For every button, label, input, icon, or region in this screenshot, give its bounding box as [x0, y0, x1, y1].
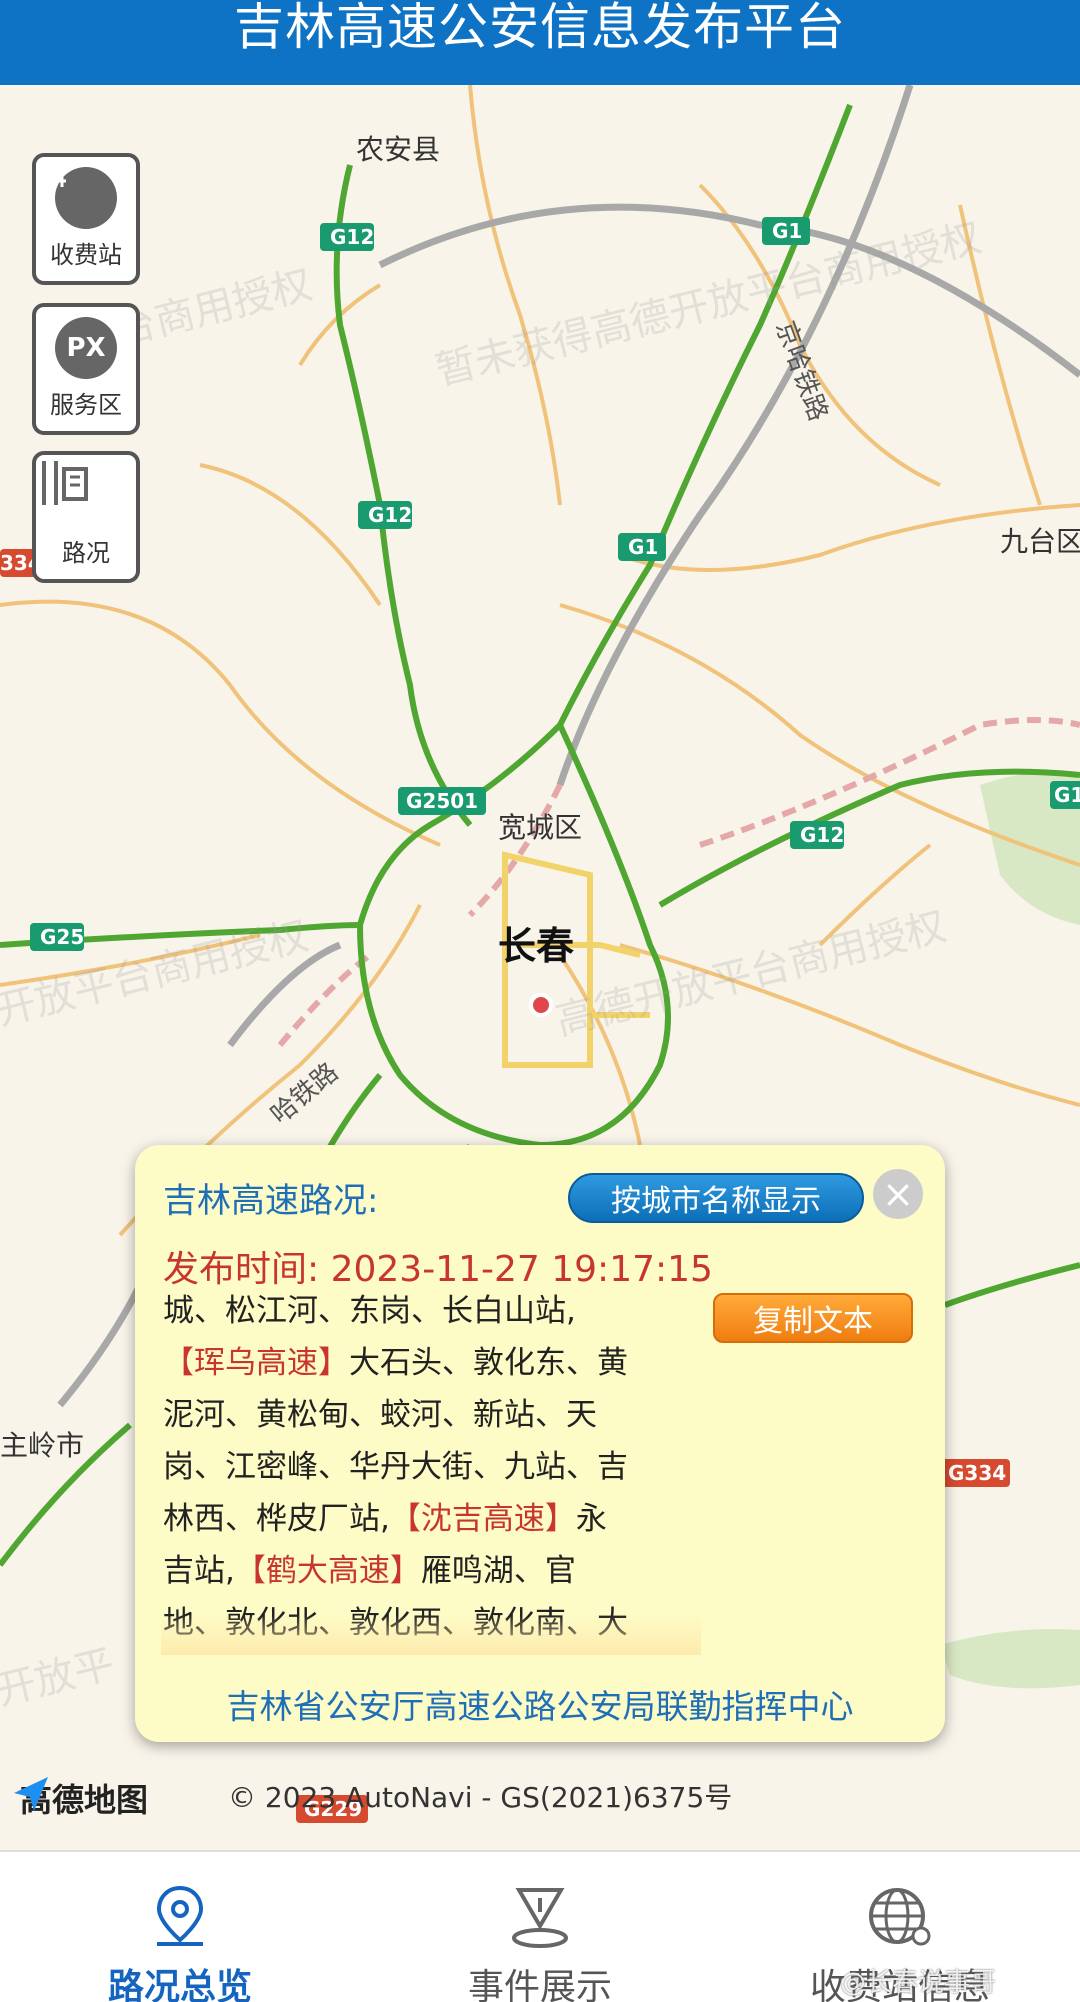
svg-text:哈铁路: 哈铁路: [265, 1057, 344, 1130]
svg-text:G334: G334: [948, 1461, 1006, 1485]
station-list: 城、松江河、东岗、长白山站,: [163, 1293, 576, 1329]
publish-label: 发布时间:: [163, 1249, 320, 1290]
highway-name: 【珲乌高速】: [163, 1345, 349, 1381]
city-center-marker: [529, 993, 553, 1017]
station-list: 大石头、敦化东、黄: [349, 1345, 628, 1381]
source-watermark: @长春说事哥: [840, 1968, 997, 1998]
service-area-icon: PX: [55, 317, 117, 379]
svg-text:G1: G1: [1054, 783, 1080, 807]
app-header: 吉林高速公安信息发布平台: [0, 0, 1080, 85]
svg-text:G1: G1: [628, 535, 658, 559]
svg-text:九台区: 九台区: [1000, 525, 1080, 558]
service-area-button[interactable]: PX 服务区: [32, 303, 140, 435]
status-line: 【珲乌高速】大石头、敦化东、黄: [163, 1337, 699, 1389]
globe-icon: [860, 1882, 940, 1952]
green-area: [940, 1629, 1080, 1689]
tab-label: 路况总览: [107, 1967, 252, 2002]
bottom-tab-bar: 路况总览 事件展示 收费站信息 @长春说事哥: [0, 1850, 1080, 2002]
toll-station-label: 收费站: [50, 241, 122, 269]
status-line: 岗、江密峰、华丹大街、九站、吉: [163, 1441, 699, 1493]
tab-label: 事件展示: [467, 1967, 612, 2002]
tab-event-display[interactable]: 事件展示: [440, 1852, 640, 2002]
publish-time-value: 2023-11-27 19:17:15: [330, 1249, 713, 1290]
tab-road-overview[interactable]: 路况总览: [80, 1852, 280, 2002]
highway-name: 【鹤大高速】: [234, 1553, 421, 1589]
status-line: 泥河、黄松甸、蛟河、新站、天: [163, 1389, 699, 1441]
status-line: 城、松江河、东岗、长白山站,: [163, 1285, 699, 1337]
warning-cone-icon: [500, 1882, 580, 1952]
toll-station-button[interactable]: 收费站: [32, 153, 140, 285]
svg-text:G25: G25: [40, 925, 84, 949]
map-pin-icon: [140, 1882, 220, 1952]
svg-text:G2501: G2501: [406, 789, 478, 813]
text-fade: [161, 1615, 701, 1655]
popup-title: 吉林高速路况:: [163, 1181, 379, 1221]
road-condition-icon: [42, 461, 117, 527]
status-line: 吉站,【鹤大高速】雁鸣湖、官: [163, 1545, 699, 1597]
service-area-label: 服务区: [50, 391, 122, 419]
show-by-city-button[interactable]: 按城市名称显示: [568, 1173, 864, 1223]
svg-text:高德开放平台商用授权: 高德开放平台商用授权: [551, 903, 950, 1044]
map-copyright: © 2023 AutoNavi - GS(2021)6375号: [228, 1781, 733, 1814]
svg-text:农安县: 农安县: [356, 133, 440, 166]
gaode-logo-icon: [14, 1777, 48, 1811]
svg-text:京哈铁路: 京哈铁路: [769, 317, 833, 425]
svg-text:G12: G12: [330, 225, 374, 249]
organization-name: 吉林省公安厅高速公路公安局联勤指挥中心: [226, 1687, 854, 1726]
status-line: 林西、桦皮厂站,【沈吉高速】永: [163, 1493, 699, 1545]
road-condition-label: 路况: [62, 539, 110, 567]
highway-name: 【沈吉高速】: [389, 1501, 576, 1537]
page-title: 吉林高速公安信息发布平台: [234, 0, 846, 56]
svg-text:台商用授权: 台商用授权: [111, 262, 316, 355]
station-list: 永: [575, 1501, 607, 1537]
close-icon[interactable]: ×: [873, 1169, 923, 1219]
map-view[interactable]: G12 G1 G12 G1 G2501 G12 G25 G1 G334 G229…: [0, 85, 1080, 1850]
station-list: 林西、桦皮厂站,: [163, 1501, 390, 1537]
copy-text-button[interactable]: 复制文本: [713, 1293, 913, 1343]
road-condition-button[interactable]: 路况: [32, 451, 140, 583]
station-list: 泥河、黄松甸、蛟河、新站、天: [163, 1397, 597, 1433]
road-status-text[interactable]: 城、松江河、东岗、长白山站, 【珲乌高速】大石头、敦化东、黄泥河、黄松甸、蛟河、新…: [163, 1285, 699, 1650]
gaode-attribution: 高德地图: [12, 1775, 148, 1821]
road-status-popup: 吉林高速路况: 按城市名称显示 × 发布时间: 2023-11-27 19:17…: [135, 1145, 945, 1742]
svg-text:宽城区: 宽城区: [498, 811, 582, 844]
svg-text:开放平: 开放平: [0, 1641, 119, 1715]
svg-text:G12: G12: [800, 823, 844, 847]
station-list: 岗、江密峰、华丹大街、九站、吉: [163, 1449, 628, 1485]
station-list: 雁鸣湖、官: [420, 1553, 576, 1589]
svg-text:G12: G12: [368, 503, 412, 527]
svg-text:长春: 长春: [498, 924, 574, 968]
svg-text:G1: G1: [772, 219, 802, 243]
svg-text:主岭市: 主岭市: [0, 1429, 84, 1462]
station-list: 吉站,: [163, 1553, 235, 1589]
toll-station-icon: [40, 159, 117, 229]
